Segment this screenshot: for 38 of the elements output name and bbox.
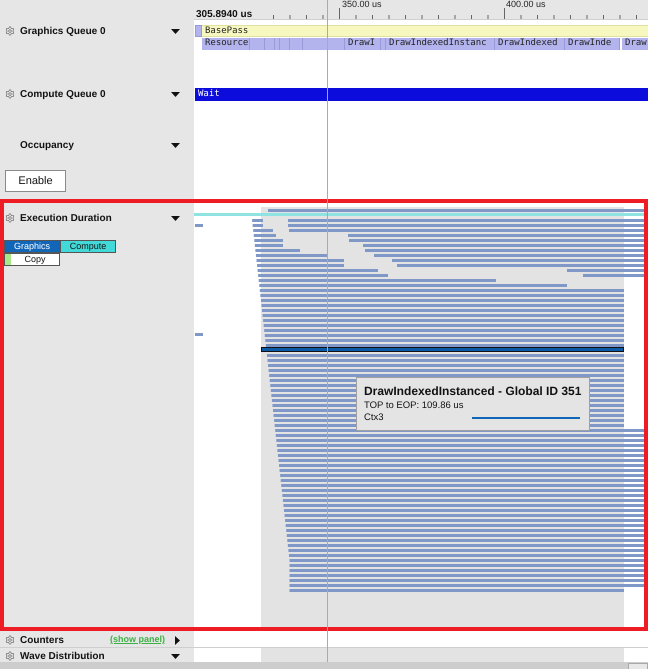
event-block[interactable]: DrawI: [345, 38, 381, 50]
legend-item[interactable]: Compute: [60, 240, 116, 253]
track-title: Occupancy: [20, 138, 74, 152]
event-block[interactable]: BasePass: [202, 25, 648, 37]
legend-item[interactable]: Graphics: [4, 240, 60, 253]
event-block[interactable]: Draw: [622, 38, 648, 50]
collapse-arrow-icon[interactable]: [171, 216, 180, 220]
ruler-time-label: 350.00 us: [342, 0, 382, 9]
event-block[interactable]: Resource: [202, 38, 250, 50]
collapse-arrow-icon[interactable]: [171, 28, 180, 34]
track-title: Graphics Queue 0: [20, 24, 106, 38]
legend-label: Copy: [23, 254, 46, 265]
gear-icon[interactable]: [5, 635, 15, 645]
tooltip-title: DrawIndexedInstanced - Global ID 351: [364, 383, 582, 400]
track-title: Execution Duration: [20, 212, 112, 226]
track-title: Wave Distribution: [20, 650, 105, 664]
horizontal-scrollbar[interactable]: [0, 662, 648, 669]
event-block[interactable]: DrawInde: [565, 38, 620, 50]
scrollbar-thumb[interactable]: [628, 663, 648, 669]
gear-icon[interactable]: [5, 651, 15, 661]
gear-icon[interactable]: [5, 89, 15, 99]
legend-item[interactable]: Copy: [4, 253, 60, 266]
event-block[interactable]: Wait: [195, 88, 648, 101]
ruler-start-time: 305.8940 us: [196, 8, 252, 22]
track-title: Counters: [20, 634, 64, 648]
tooltip-text: Ctx3: [364, 412, 384, 424]
tooltip-text: TOP to EOP: 109.86 us: [364, 400, 464, 412]
collapse-arrow-icon[interactable]: [171, 142, 180, 148]
track-title: Compute Queue 0: [20, 88, 106, 102]
expand-arrow-icon[interactable]: [175, 636, 180, 644]
enable-button[interactable]: Enable: [5, 170, 66, 192]
event-block[interactable]: DrawIndexedInstanc: [386, 38, 495, 50]
gear-icon[interactable]: [5, 26, 15, 36]
event-block[interactable]: DrawIndexed: [495, 38, 565, 50]
gear-icon[interactable]: [5, 213, 15, 223]
collapse-arrow-icon[interactable]: [171, 92, 180, 96]
ruler-time-label: 400.00 us: [506, 0, 546, 9]
collapse-arrow-icon[interactable]: [171, 654, 180, 658]
